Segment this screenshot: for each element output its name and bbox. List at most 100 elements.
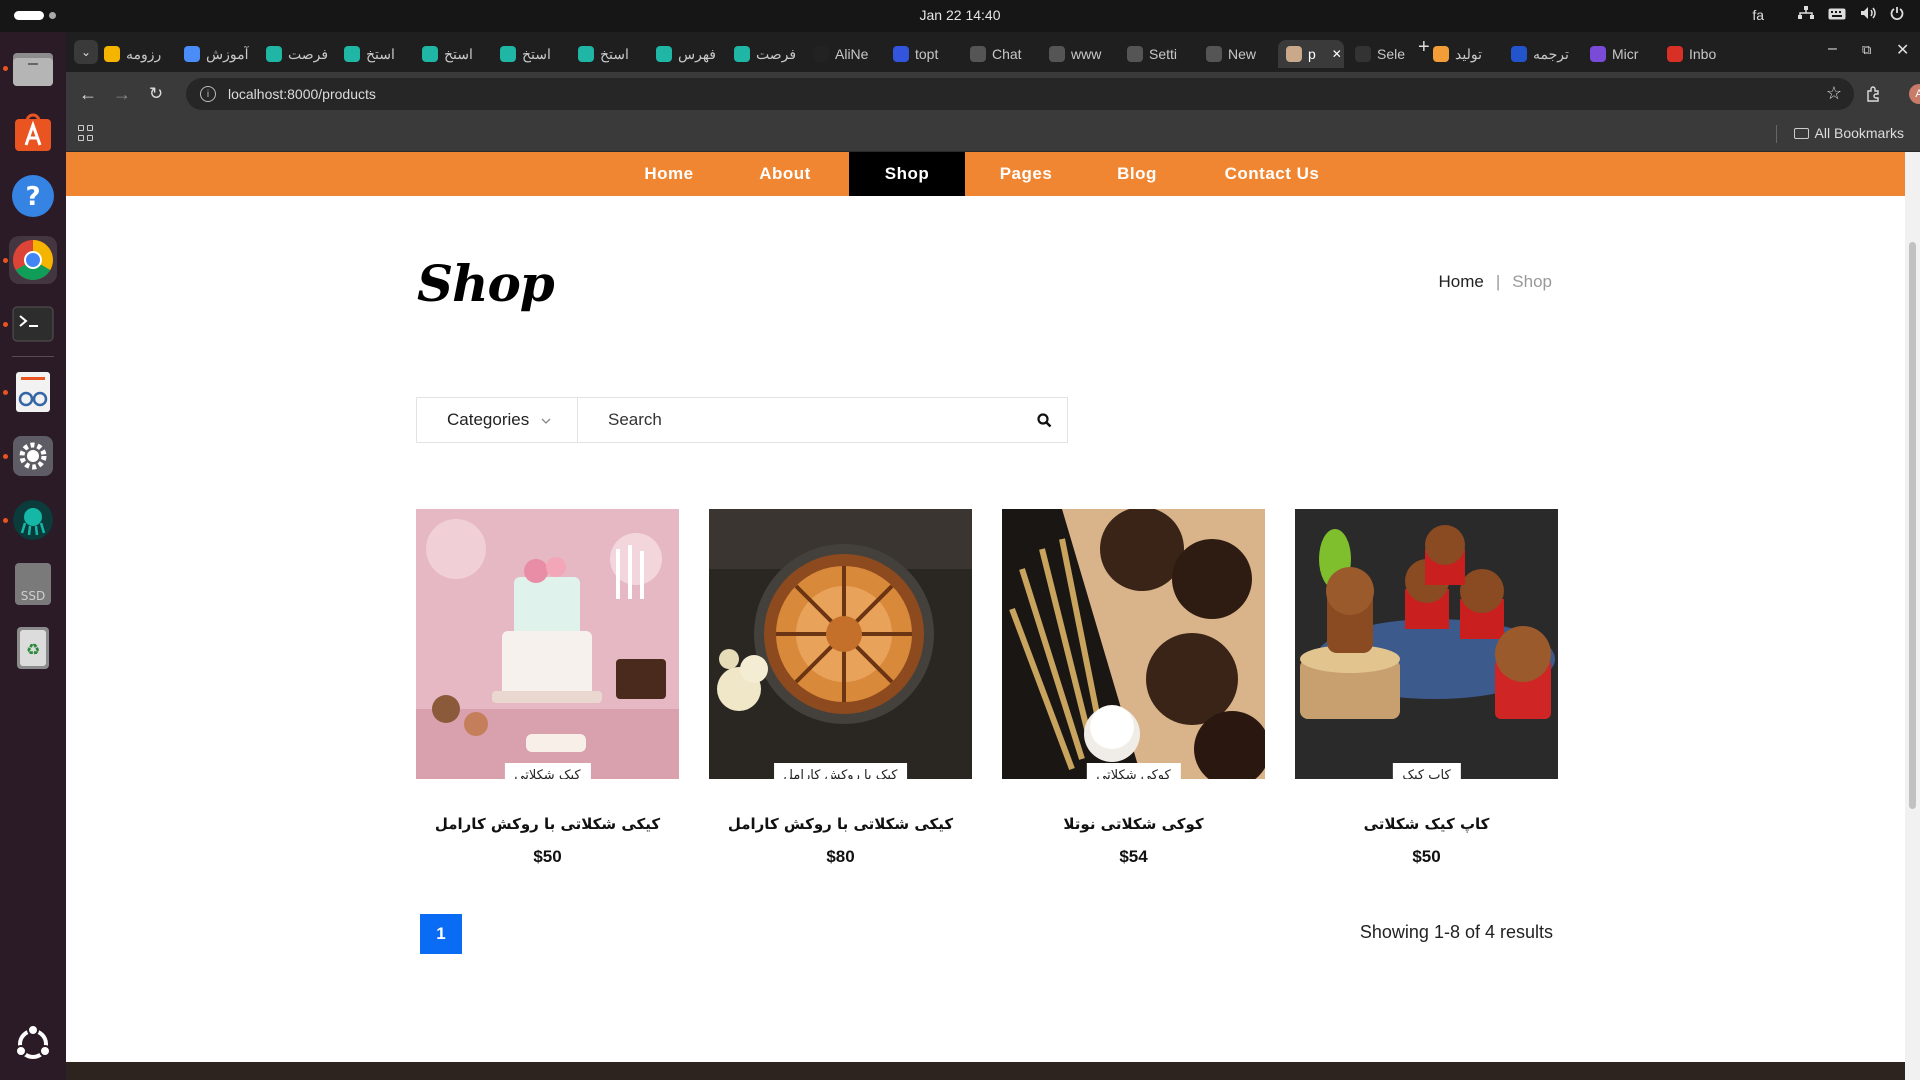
files-icon[interactable] bbox=[9, 44, 57, 92]
chrome-icon[interactable] bbox=[9, 236, 57, 284]
tab-label: فرصت bbox=[288, 45, 328, 62]
page-scrollbar[interactable] bbox=[1905, 152, 1920, 1080]
close-window-button[interactable]: ✕ bbox=[1896, 40, 1909, 60]
language-indicator[interactable]: fa bbox=[1752, 7, 1764, 23]
nav-home[interactable]: Home bbox=[613, 152, 725, 196]
product-card[interactable]: کیک با روکش کارامل کیکی شکلاتی با روکش ک… bbox=[709, 509, 972, 867]
bookmark-star-icon[interactable]: ☆ bbox=[1826, 83, 1842, 104]
browser-tab[interactable]: Micr bbox=[1590, 40, 1648, 68]
search-input[interactable] bbox=[578, 398, 1021, 442]
breadcrumb-home[interactable]: Home bbox=[1439, 272, 1484, 292]
browser-tab[interactable]: Inbo bbox=[1667, 40, 1727, 68]
profile-avatar[interactable]: A bbox=[1909, 84, 1920, 104]
forward-button[interactable]: → bbox=[110, 82, 134, 106]
product-category-tag[interactable]: کوکی شکلاتی bbox=[1086, 763, 1181, 779]
browser-tab[interactable]: فهرس bbox=[656, 40, 718, 68]
browser-tab[interactable]: topt bbox=[893, 40, 955, 68]
product-category-tag[interactable]: کاپ کیک bbox=[1392, 763, 1461, 779]
minimize-button[interactable]: – bbox=[1828, 40, 1837, 58]
product-image[interactable]: کاپ کیک bbox=[1295, 509, 1558, 779]
address-bar[interactable]: i localhost:8000/products ☆ bbox=[186, 78, 1854, 110]
nav-about[interactable]: About bbox=[732, 152, 838, 196]
apps-grid-icon[interactable] bbox=[78, 125, 94, 141]
nav-blog[interactable]: Blog bbox=[1087, 152, 1187, 196]
product-category-tag[interactable]: کیک شکلاتی bbox=[504, 763, 591, 779]
product-image[interactable]: کیک شکلاتی bbox=[416, 509, 679, 779]
tab-label: Sele bbox=[1377, 46, 1406, 62]
browser-tab[interactable]: استخ bbox=[500, 40, 562, 68]
site-info-icon[interactable]: i bbox=[200, 86, 216, 102]
power-icon[interactable] bbox=[1890, 6, 1904, 23]
gitkraken-icon[interactable] bbox=[9, 496, 57, 544]
product-card[interactable]: کیک شکلاتی کیکی شکلاتی با روکش کارامل $5… bbox=[416, 509, 679, 867]
reload-button[interactable]: ↻ bbox=[144, 82, 168, 106]
ssd-drive-icon[interactable]: SSD bbox=[9, 560, 57, 608]
product-image[interactable]: کوکی شکلاتی bbox=[1002, 509, 1265, 779]
tab-label: topt bbox=[915, 46, 939, 62]
extensions-icon[interactable] bbox=[1862, 82, 1886, 106]
browser-tab[interactable]: p ✕ bbox=[1278, 40, 1344, 68]
nav-shop[interactable]: Shop bbox=[849, 152, 965, 196]
pagination-page-1[interactable]: 1 bbox=[420, 914, 462, 954]
terminal-icon[interactable] bbox=[9, 300, 57, 348]
system-tray[interactable]: fa bbox=[1752, 6, 1904, 23]
bookmarks-separator bbox=[1775, 125, 1777, 143]
document-viewer-icon[interactable] bbox=[9, 368, 57, 416]
app-center-icon[interactable] bbox=[9, 108, 57, 156]
browser-tab[interactable]: استخ bbox=[578, 40, 640, 68]
network-icon[interactable] bbox=[1798, 6, 1814, 23]
all-bookmarks-button[interactable]: All Bookmarks bbox=[1775, 125, 1904, 143]
system-clock[interactable]: Jan 22 14:40 bbox=[0, 7, 1920, 23]
search-button[interactable] bbox=[1021, 398, 1067, 442]
product-category-tag[interactable]: کیک با روکش کارامل bbox=[773, 763, 908, 779]
scrollbar-thumb[interactable] bbox=[1909, 242, 1916, 809]
svg-text:?: ? bbox=[25, 182, 40, 212]
browser-tab[interactable]: Chat bbox=[970, 40, 1032, 68]
url-text[interactable]: localhost:8000/products bbox=[228, 86, 376, 102]
browser-tab[interactable]: New bbox=[1206, 40, 1264, 68]
running-indicator bbox=[3, 390, 8, 395]
browser-tab[interactable]: فرصت bbox=[266, 40, 328, 68]
browser-tab[interactable]: Setti bbox=[1127, 40, 1189, 68]
product-name[interactable]: کیکی شکلاتی با روکش کارامل bbox=[416, 815, 679, 833]
restore-button[interactable]: ⧉ bbox=[1862, 42, 1871, 58]
product-name[interactable]: کیکی شکلاتی با روکش کارامل bbox=[709, 815, 972, 833]
dock-separator bbox=[12, 356, 54, 357]
browser-tab[interactable]: AliNe bbox=[813, 40, 873, 68]
show-apps-icon[interactable] bbox=[9, 1020, 57, 1068]
settings-icon[interactable] bbox=[9, 432, 57, 480]
nav-pages[interactable]: Pages bbox=[972, 152, 1080, 196]
browser-tab[interactable]: www bbox=[1049, 40, 1111, 68]
product-image[interactable]: کیک با روکش کارامل bbox=[709, 509, 972, 779]
svg-text:SSD: SSD bbox=[21, 589, 45, 603]
volume-icon[interactable] bbox=[1860, 6, 1876, 23]
browser-tab[interactable]: ترجمه bbox=[1511, 40, 1573, 68]
new-tab-button[interactable]: + bbox=[1418, 36, 1430, 59]
tab-search-button[interactable]: ⌄ bbox=[74, 40, 98, 64]
tab-favicon-icon bbox=[1286, 46, 1302, 62]
nav-contact[interactable]: Contact Us bbox=[1194, 152, 1350, 196]
close-tab-icon[interactable]: ✕ bbox=[1332, 47, 1342, 61]
breadcrumb-current: Shop bbox=[1512, 272, 1552, 291]
browser-tab[interactable]: فرصت bbox=[734, 40, 796, 68]
tab-label: استخ bbox=[600, 45, 629, 62]
categories-dropdown[interactable]: Categories bbox=[417, 398, 578, 442]
tab-favicon-icon bbox=[1049, 46, 1065, 62]
keyboard-icon[interactable] bbox=[1828, 7, 1846, 23]
product-card[interactable]: کوکی شکلاتی کوکی شکلاتی نوتلا $54 bbox=[1002, 509, 1265, 867]
product-price: $54 bbox=[1119, 847, 1148, 866]
browser-tab[interactable]: Sele bbox=[1355, 40, 1413, 68]
product-card[interactable]: کاپ کیک کاپ کیک شکلاتی $50 bbox=[1295, 509, 1558, 867]
browser-tab[interactable]: استخ bbox=[344, 40, 406, 68]
browser-tab[interactable]: استخ bbox=[422, 40, 484, 68]
svg-text:♻: ♻ bbox=[26, 640, 40, 659]
back-button[interactable]: ← bbox=[76, 82, 100, 106]
browser-tab[interactable]: آموزش bbox=[184, 40, 250, 68]
product-name[interactable]: کوکی شکلاتی نوتلا bbox=[1002, 815, 1265, 833]
browser-tab[interactable]: تولید bbox=[1433, 40, 1495, 68]
tab-favicon-icon bbox=[1206, 46, 1222, 62]
help-icon[interactable]: ? bbox=[9, 172, 57, 220]
product-name[interactable]: کاپ کیک شکلاتی bbox=[1295, 815, 1558, 833]
browser-tab[interactable]: رزومه bbox=[104, 40, 168, 68]
trash-icon[interactable]: ♻ bbox=[9, 624, 57, 672]
